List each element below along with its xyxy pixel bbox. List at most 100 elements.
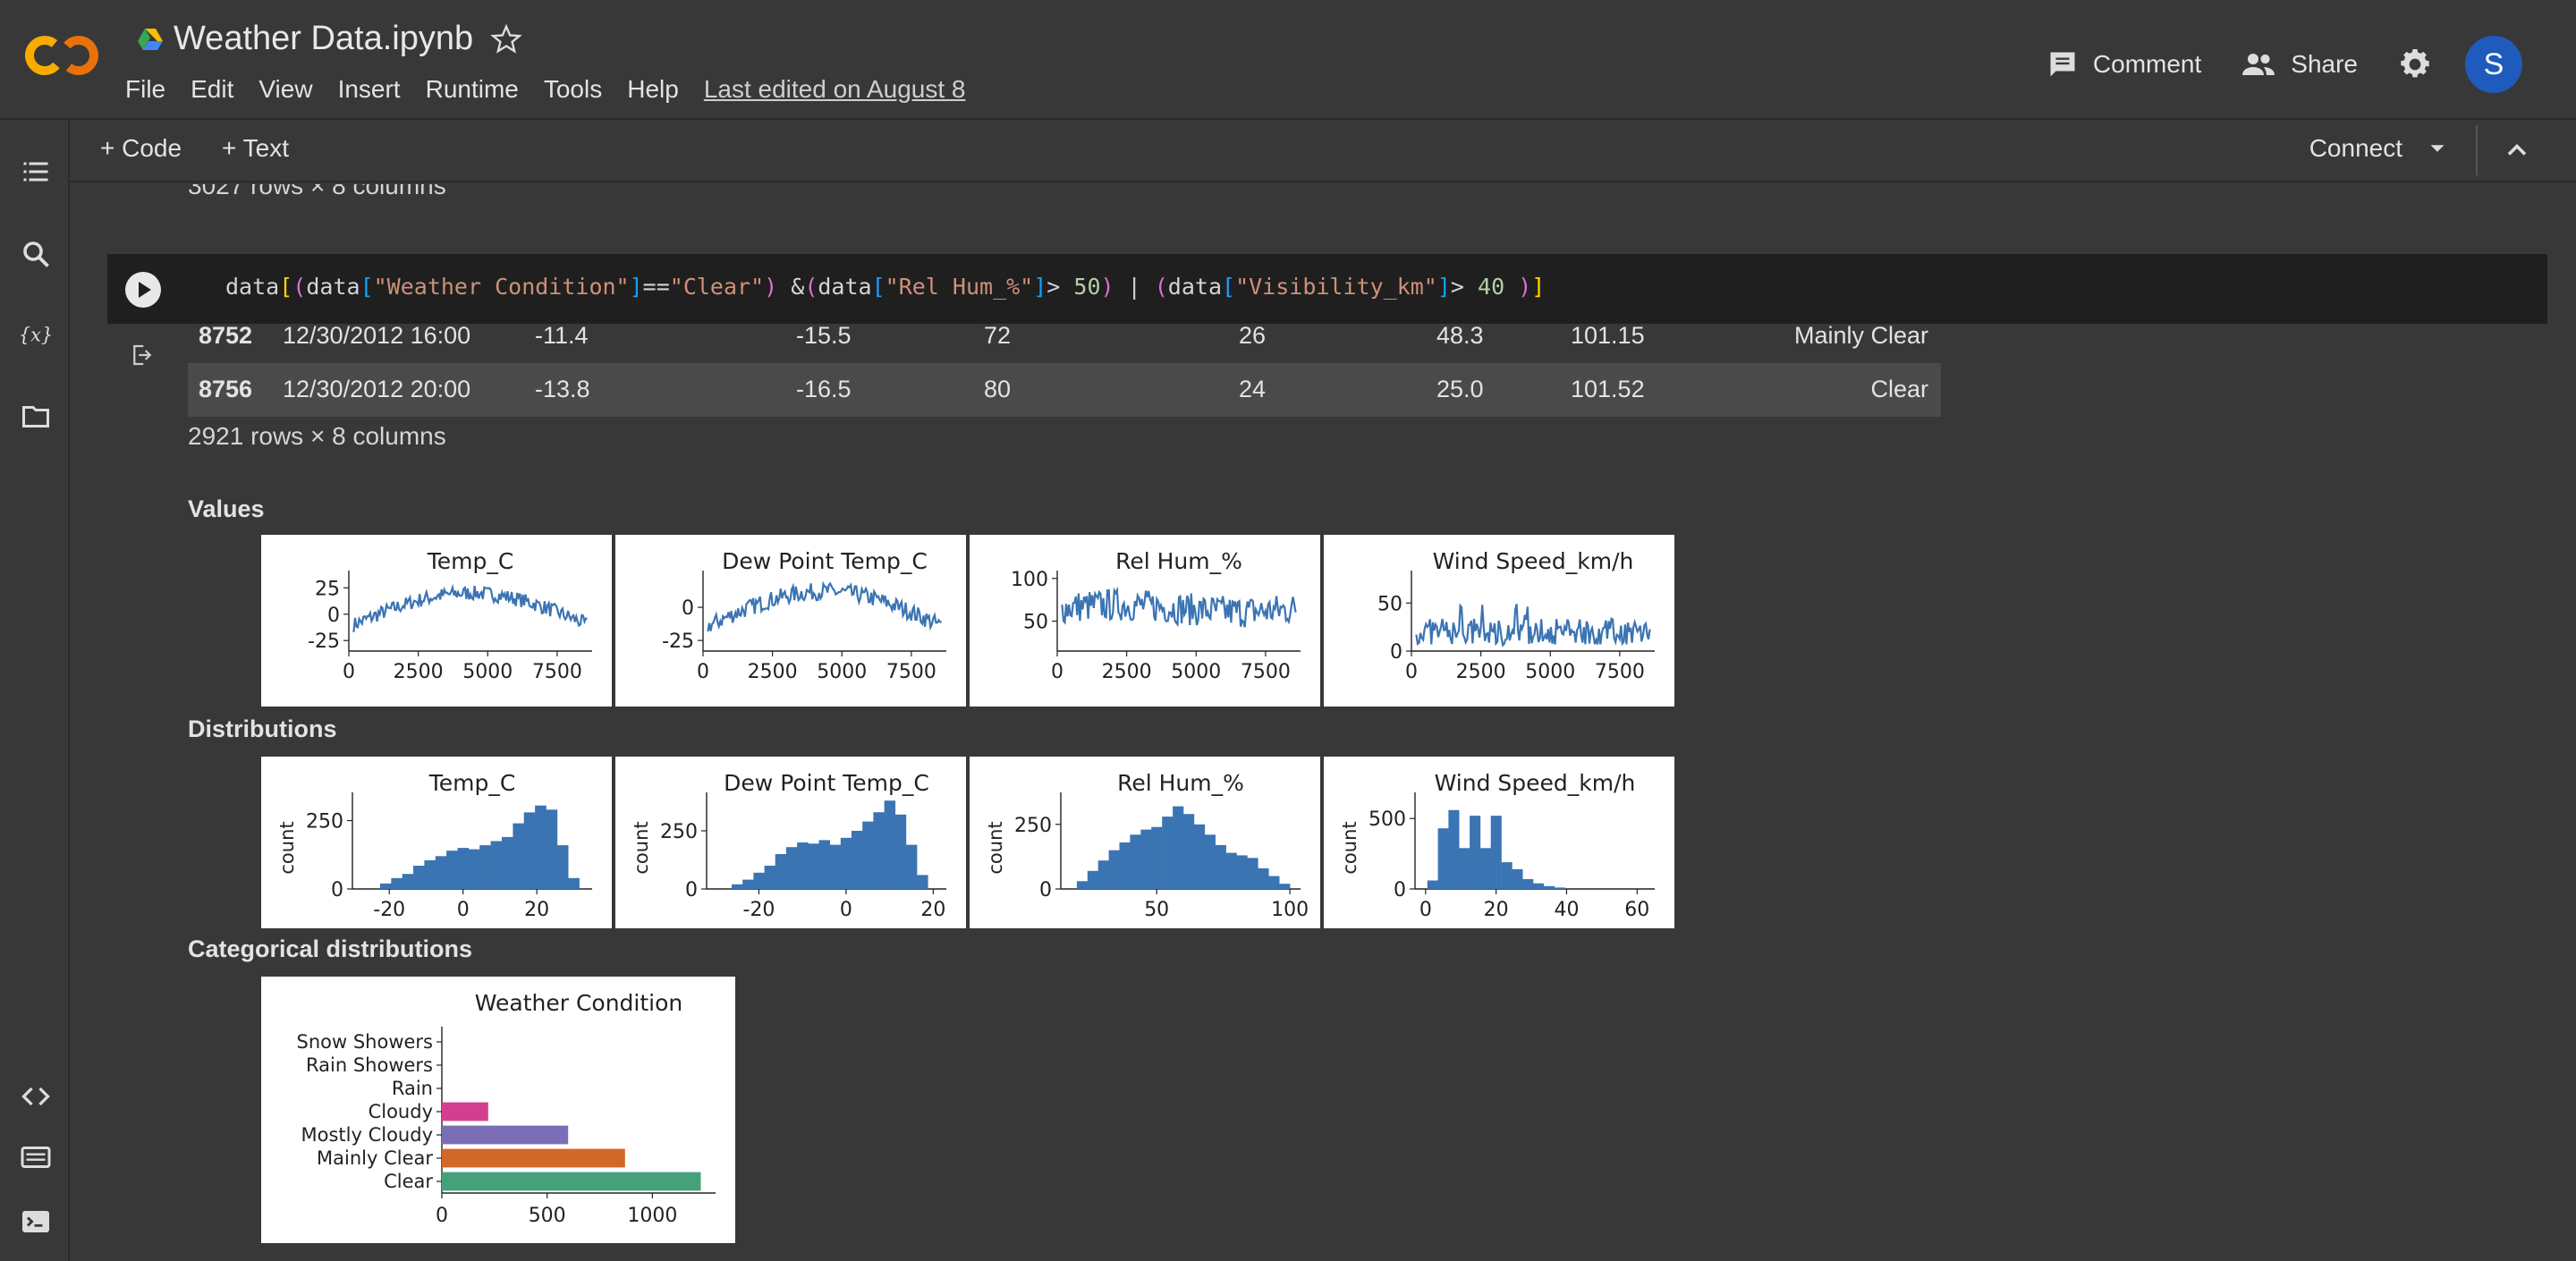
google-drive-icon[interactable] xyxy=(136,27,165,52)
cell-temp: -13.8 xyxy=(535,376,590,402)
search-icon[interactable] xyxy=(20,238,52,270)
y-tick-label: 0 xyxy=(1394,879,1406,901)
hist-bar xyxy=(1236,855,1248,889)
x-tick-label: 2500 xyxy=(748,661,798,683)
values-heading: Values xyxy=(188,495,265,522)
x-tick-label: -20 xyxy=(743,899,775,921)
add-text-cell-button[interactable]: + Text xyxy=(222,134,289,163)
output-actions-icon[interactable] xyxy=(129,342,156,368)
cell-temp: -11.4 xyxy=(535,322,589,349)
hist-bar xyxy=(391,877,402,889)
menu-view[interactable]: View xyxy=(258,75,312,104)
x-tick-label: 7500 xyxy=(1241,661,1291,683)
menu-insert[interactable]: Insert xyxy=(338,75,401,104)
chart-panel: Temp_C 0 2500 5000 7500 -25 0 25 xyxy=(261,535,612,707)
x-tick-label: 20 xyxy=(1484,899,1509,921)
hist-bar xyxy=(1448,809,1460,889)
code-snippets-icon[interactable] xyxy=(20,1080,52,1113)
x-tick-label: 500 xyxy=(529,1205,566,1227)
colab-logo-icon[interactable] xyxy=(25,30,100,80)
chart-panel: Rel Hum_% 50 100 0 250 count xyxy=(970,757,1320,928)
chart-svg: Dew Point Temp_C -20 0 20 0 250 count xyxy=(631,770,946,921)
svg-text:{x}: {x} xyxy=(20,325,52,346)
comment-label: Comment xyxy=(2092,50,2202,78)
x-tick-label: 7500 xyxy=(532,661,582,683)
header-actions: Comment Share S xyxy=(2046,36,2522,93)
share-button[interactable]: Share xyxy=(2241,48,2358,80)
hist-bar xyxy=(1437,828,1449,889)
hist-bar xyxy=(1215,844,1226,889)
y-tick-label: 0 xyxy=(1039,879,1052,901)
avatar[interactable]: S xyxy=(2465,36,2522,93)
code-editor[interactable]: data[(data["Weather Condition"]=="Clear"… xyxy=(225,274,1545,300)
chart-title: Temp_C xyxy=(428,770,516,796)
table-row: 8756 12/30/2012 20:00 -13.8 -16.5 80 24 … xyxy=(188,363,1941,417)
chart-title: Weather Condition xyxy=(475,990,683,1016)
chevron-down-icon[interactable] xyxy=(2424,135,2451,162)
hist-bar xyxy=(1130,834,1141,889)
comment-button[interactable]: Comment xyxy=(2046,48,2201,80)
x-tick-label: 2500 xyxy=(1456,661,1506,683)
category-bar xyxy=(442,1172,701,1191)
chevron-up-icon[interactable] xyxy=(2501,134,2533,166)
code-cell[interactable]: data[(data["Weather Condition"]=="Clear"… xyxy=(107,254,2547,324)
menu-help[interactable]: Help xyxy=(627,75,679,104)
y-axis-label: count xyxy=(276,821,298,874)
gear-icon[interactable] xyxy=(2397,47,2433,82)
y-tick-label: 100 xyxy=(1011,569,1048,591)
hist-bar xyxy=(568,877,580,889)
hist-bar xyxy=(546,809,558,889)
category-label: Rain Showers xyxy=(306,1054,433,1076)
menu-file[interactable]: File xyxy=(125,75,165,104)
row-index: 8752 xyxy=(199,322,253,349)
y-axis-label: count xyxy=(985,821,1006,874)
y-tick-label: 250 xyxy=(1014,815,1052,837)
hist-bar xyxy=(1479,848,1491,889)
y-tick-label: 50 xyxy=(1377,593,1402,615)
connect-button[interactable]: Connect xyxy=(2309,134,2451,163)
series-line xyxy=(1415,603,1651,647)
hist-bar xyxy=(917,875,928,889)
last-edited-link[interactable]: Last edited on August 8 xyxy=(704,75,966,104)
categorical-heading: Categorical distributions xyxy=(188,935,473,962)
chart-title: Wind Speed_km/h xyxy=(1433,548,1634,574)
cell-cond: Clear xyxy=(1870,376,1928,402)
y-tick-label: 500 xyxy=(1368,808,1406,831)
chart-panel: Dew Point Temp_C 0 2500 5000 7500 -25 0 xyxy=(615,535,966,707)
x-tick-label: 60 xyxy=(1624,899,1649,921)
y-tick-label: 25 xyxy=(315,578,340,600)
chart-svg: Rel Hum_% 0 2500 5000 7500 50 100 xyxy=(1011,548,1301,683)
chart-panel: Wind Speed_km/h 0 20 40 60 0 500 count xyxy=(1324,757,1674,928)
command-palette-icon[interactable] xyxy=(20,1141,52,1173)
category-label: Snow Showers xyxy=(297,1031,434,1053)
notebook-toolbar: + Code + Text Connect xyxy=(70,120,2576,182)
folder-icon[interactable] xyxy=(20,401,52,433)
x-tick-label: 0 xyxy=(1419,899,1432,921)
hist-bar xyxy=(797,842,809,889)
y-tick-label: 250 xyxy=(660,821,698,843)
add-code-cell-button[interactable]: + Code xyxy=(100,134,182,163)
y-tick-label: 50 xyxy=(1023,612,1048,634)
cell-date: 12/30/2012 20:00 xyxy=(283,376,471,402)
terminal-icon[interactable] xyxy=(20,1206,52,1238)
left-sidebar: {x} xyxy=(0,120,70,1261)
star-icon[interactable] xyxy=(490,23,522,55)
menu-runtime[interactable]: Runtime xyxy=(426,75,519,104)
hist-bar xyxy=(1459,848,1470,889)
variables-icon[interactable]: {x} xyxy=(20,318,52,351)
table-of-contents-icon[interactable] xyxy=(20,156,52,188)
y-tick-label: 0 xyxy=(1390,641,1402,664)
notebook-title[interactable]: Weather Data.ipynb xyxy=(174,20,473,58)
menu-tools[interactable]: Tools xyxy=(544,75,602,104)
run-cell-button[interactable] xyxy=(125,272,161,308)
series-line xyxy=(707,580,942,632)
hist-bar xyxy=(1279,884,1291,889)
cell-press: 101.15 xyxy=(1571,322,1645,349)
dataframe-table: 8752 12/30/2012 16:00 -11.4 -15.5 72 26 … xyxy=(188,309,1941,417)
hist-bar xyxy=(764,866,776,889)
hist-bar xyxy=(457,848,470,889)
menu-edit[interactable]: Edit xyxy=(191,75,233,104)
menu-bar: File Edit View Insert Runtime Tools Help… xyxy=(125,75,966,104)
hist-bar xyxy=(1097,860,1109,889)
y-tick-label: -25 xyxy=(308,630,340,653)
